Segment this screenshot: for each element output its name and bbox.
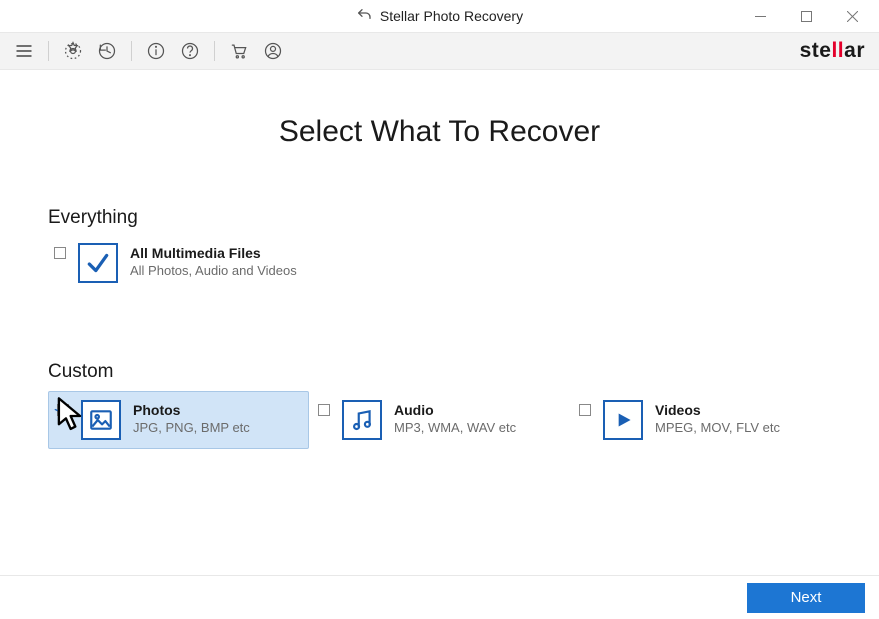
option-sub: JPG, PNG, BMP etc <box>133 420 250 436</box>
music-note-icon <box>342 400 382 440</box>
toolbar: stellar <box>0 32 879 70</box>
main-content: Select What To Recover Everything All Mu… <box>0 70 879 449</box>
option-sub: MP3, WMA, WAV etc <box>394 420 516 436</box>
cart-icon[interactable] <box>229 41 249 61</box>
checkbox-all-multimedia[interactable] <box>54 247 66 259</box>
titlebar: Stellar Photo Recovery <box>0 0 879 32</box>
page-title: Select What To Recover <box>48 115 831 149</box>
gear-icon[interactable] <box>63 41 83 61</box>
section-custom: Custom Photos JPG, PNG, BMP etc <box>48 361 831 449</box>
checkbox-photos[interactable] <box>57 404 69 416</box>
option-title: Photos <box>133 402 250 419</box>
window-title: Stellar Photo Recovery <box>380 8 523 24</box>
history-icon[interactable] <box>97 41 117 61</box>
user-icon[interactable] <box>263 41 283 61</box>
window-minimize[interactable] <box>737 1 783 31</box>
option-title: All Multimedia Files <box>130 245 297 262</box>
separator <box>48 41 49 61</box>
option-sub: All Photos, Audio and Videos <box>130 263 297 279</box>
brand-logo: stellar <box>800 39 865 63</box>
separator <box>214 41 215 61</box>
checkbox-audio[interactable] <box>318 404 330 416</box>
next-button[interactable]: Next <box>747 583 865 613</box>
check-box-large-icon <box>78 243 118 283</box>
section-heading-everything: Everything <box>48 207 831 229</box>
play-icon <box>603 400 643 440</box>
section-everything: Everything All Multimedia Files All Phot… <box>48 207 831 289</box>
help-icon[interactable] <box>180 41 200 61</box>
option-photos[interactable]: Photos JPG, PNG, BMP etc <box>48 391 309 449</box>
option-audio[interactable]: Audio MP3, WMA, WAV etc <box>309 391 570 449</box>
section-heading-custom: Custom <box>48 361 831 383</box>
window-maximize[interactable] <box>783 1 829 31</box>
footer: Next <box>0 575 879 619</box>
separator <box>131 41 132 61</box>
photo-icon <box>81 400 121 440</box>
window-close[interactable] <box>829 1 875 31</box>
hamburger-icon[interactable] <box>14 41 34 61</box>
back-arrow-icon <box>356 7 372 26</box>
checkbox-videos[interactable] <box>579 404 591 416</box>
option-all-multimedia[interactable]: All Multimedia Files All Photos, Audio a… <box>48 237 831 289</box>
option-title: Audio <box>394 402 516 419</box>
info-icon[interactable] <box>146 41 166 61</box>
option-title: Videos <box>655 402 780 419</box>
option-videos[interactable]: Videos MPEG, MOV, FLV etc <box>570 391 831 449</box>
option-sub: MPEG, MOV, FLV etc <box>655 420 780 436</box>
